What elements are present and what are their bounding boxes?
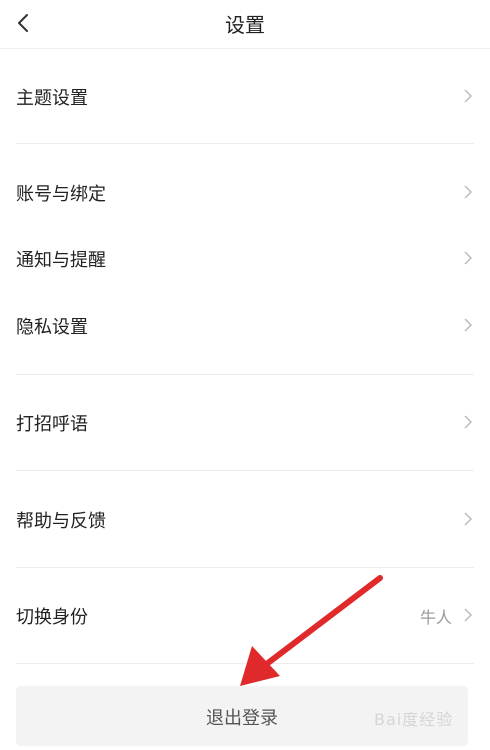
settings-item-greeting[interactable]: 打招呼语 bbox=[16, 400, 474, 444]
baidu-jingyan-watermark: Bai度经验 bbox=[368, 700, 468, 732]
settings-item-label: 主题设置 bbox=[16, 88, 88, 109]
chevron-right-icon bbox=[462, 250, 474, 266]
settings-item-help[interactable]: 帮助与反馈 bbox=[16, 497, 474, 541]
top-bar: 设置 bbox=[0, 0, 490, 49]
settings-item-label: 隐私设置 bbox=[16, 317, 88, 338]
chevron-right-icon bbox=[462, 414, 474, 430]
settings-item-account[interactable]: 账号与绑定 bbox=[16, 170, 474, 214]
settings-item-label: 账号与绑定 bbox=[16, 184, 106, 205]
settings-item-label: 帮助与反馈 bbox=[16, 511, 106, 532]
settings-item-label: 通知与提醒 bbox=[16, 250, 106, 271]
chevron-right-icon bbox=[462, 607, 474, 623]
page-title: 设置 bbox=[225, 13, 265, 37]
divider bbox=[16, 470, 474, 471]
chevron-right-icon bbox=[462, 511, 474, 527]
divider bbox=[16, 143, 474, 144]
settings-item-label: 打招呼语 bbox=[16, 414, 88, 435]
current-identity-value: 牛人 bbox=[419, 608, 452, 627]
settings-item-switch-identity[interactable]: 切换身份 牛人 bbox=[16, 593, 474, 637]
divider bbox=[16, 567, 474, 568]
settings-item-privacy[interactable]: 隐私设置 bbox=[16, 303, 474, 347]
chevron-right-icon bbox=[462, 88, 474, 104]
chevron-right-icon bbox=[462, 184, 474, 200]
chevron-right-icon bbox=[462, 317, 474, 333]
settings-item-notifications[interactable]: 通知与提醒 bbox=[16, 236, 474, 280]
settings-item-theme[interactable]: 主题设置 bbox=[16, 74, 474, 118]
divider bbox=[16, 663, 474, 664]
divider bbox=[16, 374, 474, 375]
settings-item-label: 切换身份 bbox=[16, 607, 88, 628]
watermark-text: Bai度经验 bbox=[374, 710, 454, 729]
